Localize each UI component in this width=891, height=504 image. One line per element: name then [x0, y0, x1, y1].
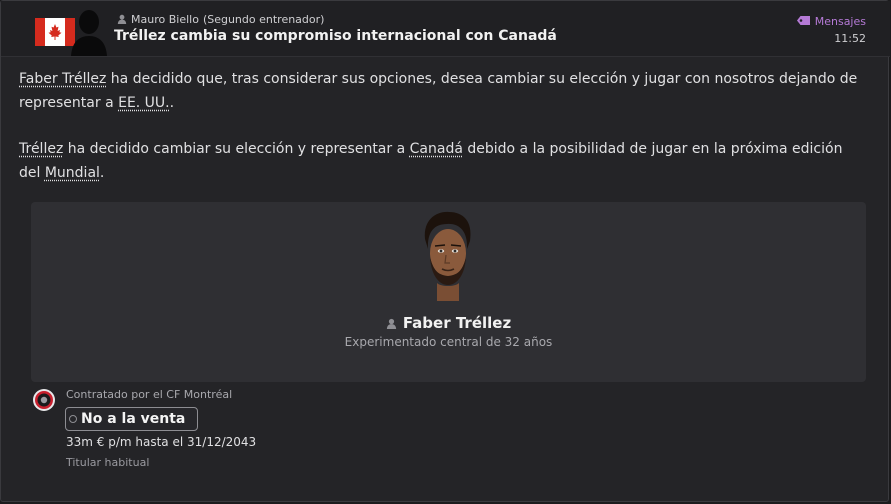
- category-tag[interactable]: Mensajes: [796, 15, 866, 28]
- paragraph-1: Faber Tréllez ha decidido que, tras cons…: [19, 67, 859, 115]
- tag-icon: [796, 16, 810, 25]
- inline-link[interactable]: Faber Tréllez: [19, 71, 106, 87]
- player-description: Experimentado central de 32 años: [344, 335, 553, 349]
- sender-avatar[interactable]: [69, 6, 109, 56]
- club-badge-icon[interactable]: [32, 388, 56, 412]
- inline-link[interactable]: Tréllez: [19, 141, 63, 157]
- message-time: 11:52: [834, 32, 866, 45]
- inline-link[interactable]: Canadá: [410, 141, 463, 157]
- sender-name[interactable]: Mauro Biello: [131, 13, 199, 26]
- sender-role: (Segundo entrenador): [202, 13, 325, 26]
- body-text-segment: .: [169, 95, 175, 111]
- body-text-segment: ha decidido cambiar su elección y repres…: [63, 141, 410, 157]
- contract-label: Contratado por el CF Montréal: [66, 388, 233, 401]
- player-card[interactable]: Faber Tréllez Experimentado central de 3…: [31, 202, 866, 382]
- transfer-status-badge[interactable]: No a la venta: [65, 407, 199, 431]
- player-face[interactable]: [415, 209, 479, 301]
- sender-line: Mauro Biello (Segundo entrenador): [117, 13, 324, 26]
- inline-link[interactable]: Mundial: [45, 165, 100, 181]
- category-label: Mensajes: [814, 15, 866, 28]
- wage-info: 33m € p/m hasta el 31/12/2043: [66, 435, 257, 449]
- badge-notch-icon: [69, 415, 77, 423]
- player-name[interactable]: Faber Tréllez: [31, 314, 866, 332]
- body-text-segment: .: [99, 165, 105, 181]
- message-body: Faber Tréllez ha decidido que, tras cons…: [19, 67, 859, 207]
- paragraph-2: Tréllez ha decidido cambiar su elección …: [19, 137, 859, 185]
- person-icon: [386, 318, 396, 329]
- message-window: Mauro Biello (Segundo entrenador) Tréllez…: [0, 0, 890, 502]
- message-subject: Tréllez cambia su compromiso internacion…: [114, 28, 557, 44]
- message-header: Mauro Biello (Segundo entrenador) Tréllez…: [1, 1, 890, 57]
- squad-role: Titular habitual: [66, 456, 150, 469]
- person-icon: [117, 14, 127, 24]
- inline-link[interactable]: EE. UU.: [118, 95, 170, 111]
